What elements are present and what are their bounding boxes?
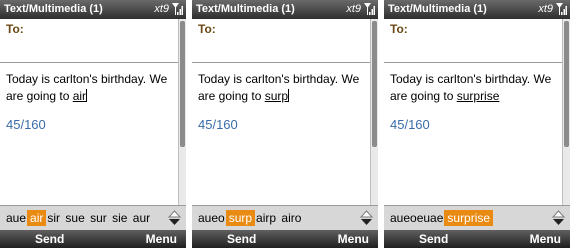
send-softkey[interactable]: Send (227, 232, 256, 246)
input-mode-indicator[interactable]: xt9 (154, 3, 169, 15)
signal-strength-icon (556, 3, 567, 15)
text-cursor (288, 89, 290, 102)
character-counter: 45/160 (6, 117, 46, 132)
scrollbar[interactable] (178, 19, 186, 205)
window-title: Text/Multimedia (1) (388, 3, 487, 15)
composing-word: surp (264, 89, 289, 103)
candidate-word[interactable]: sir (46, 210, 61, 226)
to-field[interactable]: To: (384, 19, 562, 63)
window-title: Text/Multimedia (1) (4, 3, 103, 15)
window-title: Text/Multimedia (1) (196, 3, 295, 15)
phone-screen-2: Text/Multimedia (1) xt9 To: Today is car… (192, 0, 378, 248)
character-counter: 45/160 (390, 117, 430, 132)
candidate-word[interactable]: aur (132, 210, 151, 226)
title-bar: Text/Multimedia (1) xt9 (192, 0, 378, 19)
message-body[interactable]: Today is carlton's birthday. We are goin… (384, 63, 562, 205)
candidate-word[interactable]: sie (111, 210, 128, 226)
send-softkey[interactable]: Send (419, 232, 448, 246)
to-label: To: (6, 22, 24, 36)
menu-softkey[interactable]: Menu (146, 232, 177, 246)
phone-screen-3: Text/Multimedia (1) xt9 To: Today is car… (384, 0, 570, 248)
signal-strength-icon (172, 3, 183, 15)
up-down-arrows-icon[interactable] (552, 210, 565, 226)
message-text[interactable]: Today is carlton's birthday. We are goin… (6, 71, 174, 105)
up-down-arrows-icon[interactable] (360, 210, 373, 226)
to-label: To: (390, 22, 408, 36)
candidate-bar: aueoeuae surprise (384, 205, 570, 231)
composing-word: air (72, 89, 87, 103)
candidate-word[interactable]: airo (280, 210, 302, 226)
phone-screen-1: Text/Multimedia (1) xt9 To: Today is car… (0, 0, 186, 248)
candidate-word[interactable]: sur (89, 210, 108, 226)
softkey-bar: Send Menu (0, 230, 186, 248)
candidate-word[interactable]: aueo (197, 210, 226, 226)
candidate-list: aue air sir sue sur sie aur (5, 210, 151, 226)
candidate-bar: aueo surp airp airo (192, 205, 378, 231)
title-bar: Text/Multimedia (1) xt9 (0, 0, 186, 19)
signal-strength-icon (364, 3, 375, 15)
message-body[interactable]: Today is carlton's birthday. We are goin… (0, 63, 178, 205)
candidate-word[interactable]: sue (64, 210, 85, 226)
scrollbar-thumb[interactable] (372, 21, 377, 147)
message-text[interactable]: Today is carlton's birthday. We are goin… (390, 71, 558, 105)
candidate-list: aueo surp airp airo (197, 210, 302, 226)
text-cursor (86, 89, 88, 102)
scrollbar-thumb[interactable] (564, 21, 569, 147)
up-down-arrows-icon[interactable] (168, 210, 181, 226)
candidate-word-selected[interactable]: surp (225, 210, 256, 226)
menu-softkey[interactable]: Menu (338, 232, 369, 246)
message-body[interactable]: Today is carlton's birthday. We are goin… (192, 63, 370, 205)
candidate-word[interactable]: aueoeuae (389, 210, 444, 226)
menu-softkey[interactable]: Menu (530, 232, 561, 246)
to-field[interactable]: To: (0, 19, 178, 63)
to-field[interactable]: To: (192, 19, 370, 63)
character-counter: 45/160 (198, 117, 238, 132)
message-text[interactable]: Today is carlton's birthday. We are goin… (198, 71, 366, 105)
composing-word: surprise (456, 89, 500, 103)
scrollbar[interactable] (370, 19, 378, 205)
softkey-bar: Send Menu (192, 230, 378, 248)
input-mode-indicator[interactable]: xt9 (538, 3, 553, 15)
candidate-word-selected[interactable]: air (27, 210, 47, 226)
scrollbar[interactable] (562, 19, 570, 205)
candidate-bar: aue air sir sue sur sie aur (0, 205, 186, 231)
to-label: To: (198, 22, 216, 36)
candidate-word[interactable]: airp (255, 210, 277, 226)
softkey-bar: Send Menu (384, 230, 570, 248)
send-softkey[interactable]: Send (35, 232, 64, 246)
scrollbar-thumb[interactable] (180, 21, 185, 147)
candidate-word[interactable]: aue (5, 210, 27, 226)
candidate-list: aueoeuae surprise (389, 210, 494, 226)
candidate-word-selected[interactable]: surprise (444, 210, 494, 226)
title-bar: Text/Multimedia (1) xt9 (384, 0, 570, 19)
input-mode-indicator[interactable]: xt9 (346, 3, 361, 15)
